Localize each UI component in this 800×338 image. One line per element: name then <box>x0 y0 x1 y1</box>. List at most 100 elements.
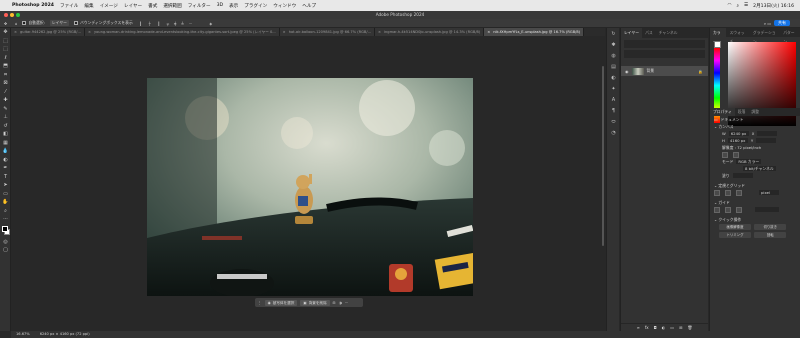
layer-select-dropdown[interactable]: レイヤー <box>49 20 69 26</box>
minimize-window-button[interactable] <box>10 13 14 17</box>
tab-channels[interactable]: チャンネル <box>656 28 681 38</box>
tab-properties[interactable]: プロパティ <box>710 108 735 116</box>
width-field[interactable]: 6240 px <box>728 131 749 136</box>
paragraph-icon[interactable]: ¶ <box>607 105 620 116</box>
zoom-level[interactable]: 16.67% <box>16 331 30 338</box>
lock-icon[interactable]: 🔒 <box>698 69 703 74</box>
align-right-icon[interactable]: ▕▏ <box>156 21 162 26</box>
artboard-tool-icon[interactable]: ⬚ <box>0 37 11 46</box>
crop-button[interactable]: 切り抜き <box>754 224 787 230</box>
menu-select[interactable]: 選択範囲 <box>163 3 181 9</box>
canvas-section-header[interactable]: ⌄ カンバス <box>710 123 800 130</box>
layer-filter-bar[interactable] <box>624 40 705 48</box>
delete-layer-icon[interactable]: 🗑 <box>687 325 692 330</box>
align-center-icon[interactable]: ┼ <box>149 21 151 26</box>
select-subject-button[interactable]: ◉ 被写体を選択 <box>264 299 298 306</box>
unit-select[interactable]: pixel <box>759 190 779 195</box>
shapes-icon[interactable]: ◔ <box>607 127 620 138</box>
close-icon[interactable]: × <box>14 28 17 36</box>
new-layer-icon[interactable]: ⊞ <box>679 325 682 330</box>
more-tools-icon[interactable]: ··· <box>0 215 11 224</box>
comments-icon[interactable]: ✱ <box>607 39 620 50</box>
orientation-portrait-icon[interactable] <box>722 151 728 158</box>
eraser-tool-icon[interactable]: ◧ <box>0 130 11 139</box>
close-icon[interactable]: × <box>487 28 490 36</box>
grid-icon[interactable] <box>725 189 731 196</box>
menu-plugins[interactable]: プラグイン <box>244 3 267 9</box>
adjustments-icon[interactable]: ◐ <box>607 72 620 83</box>
contrast-icon[interactable]: ◑ <box>339 301 342 305</box>
align-top-icon[interactable]: ╤ <box>167 21 169 26</box>
ruler-icon[interactable] <box>714 189 720 196</box>
options-more-button[interactable]: ··· <box>189 21 193 26</box>
new-group-icon[interactable]: ▭ <box>670 325 674 330</box>
adjust-icon[interactable]: ⊟ <box>333 301 336 305</box>
menu-view[interactable]: 表示 <box>229 3 238 9</box>
vertical-scrollbar[interactable] <box>602 66 604 246</box>
history-icon[interactable]: ↻ <box>607 28 620 39</box>
align-middle-icon[interactable]: ╪ <box>174 21 176 26</box>
lasso-tool-icon[interactable]: ℓ <box>0 54 11 63</box>
trim-button[interactable]: トリミング <box>719 232 751 238</box>
workspace-icon[interactable]: ▭ <box>767 21 771 26</box>
gradient-tool-icon[interactable]: ▦ <box>0 139 11 148</box>
frame-tool-icon[interactable]: ⊠ <box>0 79 11 88</box>
pen-tool-icon[interactable]: ✒ <box>0 164 11 173</box>
tab-doc-3[interactable]: × hot-air-balloon-1209841.jpg @ 66.7% (RG… <box>279 28 375 36</box>
menu-filter[interactable]: フィルター <box>188 3 211 9</box>
marquee-tool-icon[interactable]: ⬚ <box>0 45 11 54</box>
screen-mode-icon[interactable]: ▢ <box>0 246 11 255</box>
align-bottom-icon[interactable]: ╧ <box>181 21 183 26</box>
menu-type[interactable]: 書式 <box>148 3 157 9</box>
drag-handle-icon[interactable]: ⋮ <box>258 301 262 305</box>
guide-color-select[interactable] <box>755 207 779 212</box>
home-icon[interactable]: ⌂ <box>15 21 17 26</box>
menu-window[interactable]: ウィンドウ <box>273 3 296 9</box>
path-selection-tool-icon[interactable]: ➤ <box>0 181 11 190</box>
guide-clear-icon[interactable] <box>736 206 742 213</box>
orientation-landscape-icon[interactable] <box>733 151 739 158</box>
remove-background-button[interactable]: ▣ 背景を削除 <box>300 299 330 306</box>
crop-tool-icon[interactable]: ⌗ <box>0 71 11 80</box>
image-size-button[interactable]: 画像解像度 <box>719 224 751 230</box>
character-icon[interactable]: A <box>607 94 620 105</box>
wifi-icon[interactable]: ◠ <box>727 3 731 8</box>
tab-paragraph[interactable]: 段落 <box>735 108 749 116</box>
brush-tool-icon[interactable]: ✎ <box>0 105 11 114</box>
close-icon[interactable]: × <box>378 28 381 36</box>
search-icon[interactable]: ⌕ <box>736 3 739 9</box>
link-layers-icon[interactable]: ∞ <box>636 325 639 330</box>
context-more-button[interactable]: ··· <box>345 301 348 305</box>
layer-name[interactable]: 背景 <box>647 68 655 74</box>
fill-swatch[interactable] <box>732 173 753 178</box>
menu-app-name[interactable]: Photoshop 2024 <box>12 3 54 8</box>
menu-help[interactable]: ヘルプ <box>302 3 316 9</box>
eyedropper-tool-icon[interactable]: ⁄ <box>0 88 11 97</box>
menu-file[interactable]: ファイル <box>60 3 78 9</box>
hand-tool-icon[interactable]: ✋ <box>0 198 11 207</box>
tab-swatches[interactable]: スウォッチ <box>726 28 749 44</box>
guide-lock-icon[interactable] <box>714 206 720 213</box>
close-window-button[interactable] <box>4 13 8 17</box>
libraries-icon[interactable]: ▤ <box>607 61 620 72</box>
tab-paths[interactable]: パス <box>642 28 656 38</box>
tab-patterns[interactable]: パターン <box>780 28 800 44</box>
blend-mode-row[interactable] <box>624 50 705 58</box>
brushes-icon[interactable]: ✦ <box>607 83 620 94</box>
menu-layer[interactable]: レイヤー <box>124 3 142 9</box>
foreground-color-swatch[interactable] <box>2 225 8 232</box>
history-brush-tool-icon[interactable]: ↺ <box>0 122 11 131</box>
share-button[interactable]: 共有 <box>774 20 790 26</box>
menu-edit[interactable]: 編集 <box>84 3 93 9</box>
zoom-tool-icon[interactable]: ⌕ <box>0 207 11 216</box>
quick-actions-header[interactable]: ⌄ クイック操作 <box>710 216 800 223</box>
foreground-color-chip[interactable] <box>714 41 721 48</box>
move-tool-icon[interactable]: ✥ <box>0 28 11 37</box>
3d-mode-icon[interactable]: ◈ <box>209 21 212 26</box>
quick-mask-icon[interactable]: ◎ <box>0 238 11 247</box>
rotate-button[interactable]: 回転 <box>754 232 787 238</box>
tab-layers[interactable]: レイヤー <box>621 28 643 38</box>
fx-icon[interactable]: fx <box>645 325 649 330</box>
guides-header[interactable]: ⌄ ガイド <box>710 199 800 206</box>
blur-tool-icon[interactable]: 💧 <box>0 147 11 156</box>
